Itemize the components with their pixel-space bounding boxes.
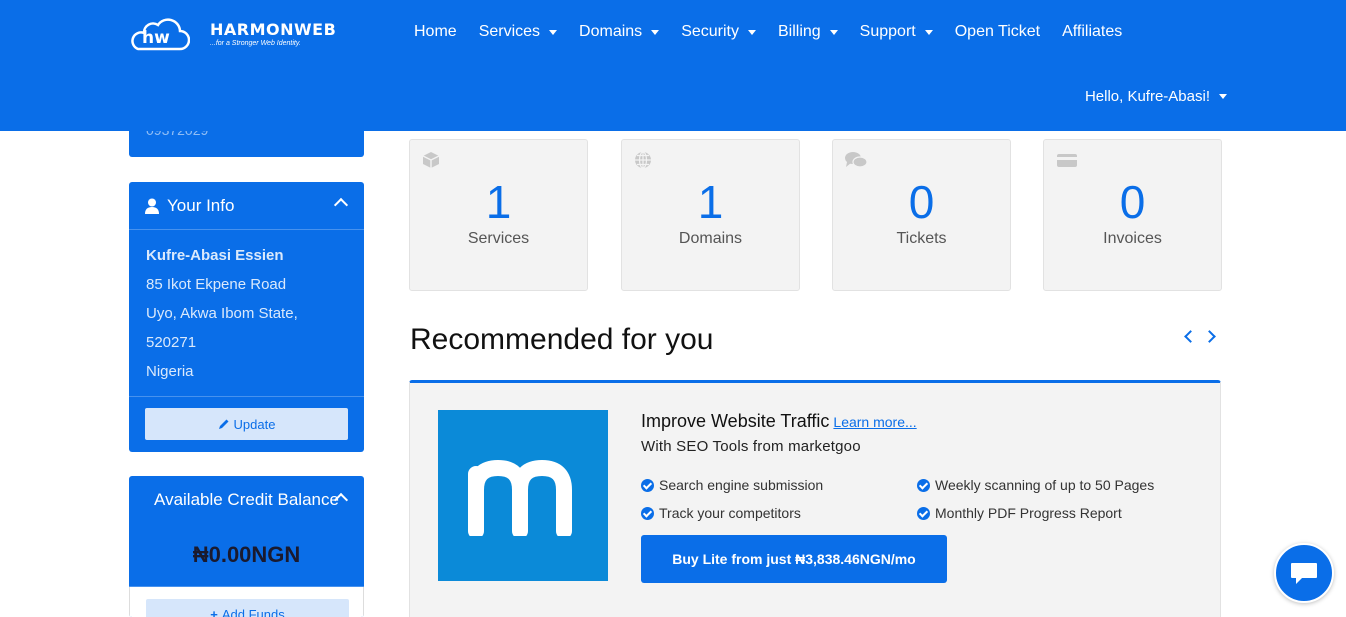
stat-count: 1 (485, 176, 512, 228)
product-subtitle: With SEO Tools from marketgoo (641, 438, 861, 455)
logo-tagline: ...for a Stronger Web Identity. (210, 39, 301, 47)
cloud-logo-icon: hw (131, 18, 190, 51)
feature-item: Monthly PDF Progress Report (917, 505, 1197, 521)
client-name: Kufre-Abasi Essien (146, 247, 284, 264)
marketgoo-logo (438, 410, 608, 581)
buy-button[interactable]: Buy Lite from just ₦3,838.46NGN/mo (641, 535, 947, 583)
chevron-right-icon[interactable] (1203, 330, 1216, 343)
product-heading-text: Improve Website Traffic (641, 411, 830, 431)
nav-billing[interactable]: Billing (778, 23, 838, 41)
update-button[interactable]: Update (145, 408, 348, 440)
stat-label: Domains (678, 230, 743, 247)
credit-balance-header[interactable]: Available Credit Balance (129, 476, 364, 523)
caret-down-icon (924, 29, 933, 35)
address-line-1: 85 Ikot Ekpene Road (146, 276, 287, 293)
credit-card-icon (1057, 154, 1077, 167)
stat-tile-tickets[interactable]: 0 Tickets (832, 139, 1011, 291)
feature-list: Search engine submission Weekly scanning… (641, 477, 1201, 521)
caret-down-icon (1219, 94, 1227, 99)
pencil-icon (218, 419, 229, 429)
greeting-text: Hello, Kufre-Abasi! (1084, 88, 1210, 105)
postcode: 520271 (146, 334, 197, 351)
recommendation-card: Improve Website Traffic Learn more... Wit… (409, 380, 1221, 617)
top-navbar: hw HARMONWEB ...for a Stronger Web Ident… (0, 0, 1346, 131)
nav-open-ticket[interactable]: Open Ticket (955, 23, 1040, 41)
credit-balance-value: ₦0.00NGN (129, 523, 364, 587)
marketgoo-m-icon (468, 459, 572, 536)
your-info-panel: Your Info Kufre-Abasi Essien 85 Ikot Ekp… (129, 182, 364, 452)
your-info-title: Your Info (167, 195, 235, 215)
credit-balance-title: Available Credit Balance (154, 489, 339, 509)
caret-down-icon (747, 29, 756, 35)
stat-tile-services[interactable]: 1 Services (409, 139, 588, 291)
stat-count: 0 (1119, 176, 1146, 228)
comments-icon (845, 152, 867, 168)
stat-label: Invoices (1103, 230, 1162, 247)
address-line-2: Uyo, Akwa Ibom State, (146, 305, 298, 322)
caret-down-icon (651, 29, 660, 35)
cube-icon (422, 152, 440, 168)
chevron-up-icon[interactable] (333, 197, 349, 213)
nav-services[interactable]: Services (479, 23, 558, 41)
country: Nigeria (146, 363, 194, 380)
check-circle-icon (641, 478, 654, 492)
nav-security[interactable]: Security (681, 23, 756, 41)
logo-name: HARMONWEB (210, 19, 337, 39)
stat-tile-invoices[interactable]: 0 Invoices (1043, 139, 1222, 291)
chevron-left-icon[interactable] (1184, 330, 1197, 343)
check-circle-icon (641, 506, 654, 520)
chat-bubble-icon (1291, 563, 1317, 584)
feature-item: Search engine submission (641, 477, 917, 493)
your-info-body: Kufre-Abasi Essien 85 Ikot Ekpene Road U… (129, 230, 364, 386)
credit-balance-panel: Available Credit Balance ₦0.00NGN + Add … (129, 476, 364, 617)
svg-text:hw: hw (142, 28, 170, 48)
user-icon (145, 198, 159, 214)
check-circle-icon (917, 478, 930, 492)
add-funds-button[interactable]: + Add Funds (146, 599, 349, 617)
check-circle-icon (917, 506, 930, 520)
main-nav: Home Services Domains Security Billing S… (414, 22, 1144, 42)
carousel-controls (1184, 329, 1224, 343)
stat-label: Tickets (896, 230, 947, 247)
stat-count: 1 (697, 176, 724, 228)
nav-affiliates[interactable]: Affiliates (1062, 23, 1122, 41)
nav-support[interactable]: Support (860, 23, 933, 41)
site-logo[interactable]: hw HARMONWEB ...for a Stronger Web Ident… (128, 16, 336, 52)
recommended-title: Recommended for you (410, 323, 714, 356)
product-heading: Improve Website Traffic Learn more... (641, 411, 1201, 432)
add-funds-label: Add Funds (221, 607, 285, 617)
globe-icon (635, 151, 651, 169)
stat-tile-domains[interactable]: 1 Domains (621, 139, 800, 291)
stat-count: 0 (908, 176, 935, 228)
your-info-header[interactable]: Your Info (129, 182, 364, 230)
learn-more-link[interactable]: Learn more... (833, 414, 916, 430)
feature-item: Weekly scanning of up to 50 Pages (917, 477, 1197, 493)
account-menu[interactable]: Hello, Kufre-Abasi! (1085, 88, 1227, 105)
caret-down-icon (549, 29, 558, 35)
live-chat-button[interactable] (1274, 543, 1334, 603)
nav-domains[interactable]: Domains (579, 23, 660, 41)
nav-home[interactable]: Home (414, 23, 457, 41)
stat-label: Services (467, 230, 530, 247)
caret-down-icon (829, 29, 838, 35)
feature-item: Track your competitors (641, 505, 917, 521)
update-label: Update (233, 416, 276, 432)
plus-icon: + (210, 607, 218, 617)
